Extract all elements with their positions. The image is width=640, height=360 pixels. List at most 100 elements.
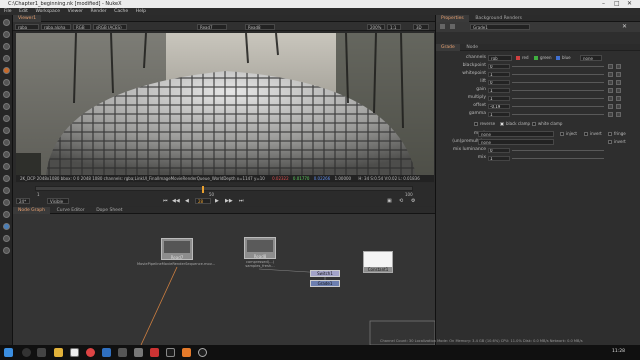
blue-checkbox[interactable] (556, 56, 560, 60)
app-orange-icon[interactable] (182, 348, 191, 357)
metadata-tool-icon[interactable] (3, 151, 10, 158)
app-gray-icon[interactable] (134, 348, 143, 357)
timeline-scrubber[interactable] (35, 186, 413, 193)
fringe-checkbox[interactable] (608, 132, 612, 136)
float-panel-icon[interactable] (450, 24, 455, 29)
time-tool-icon[interactable] (3, 43, 10, 50)
unpremult-invert-checkbox[interactable] (608, 140, 612, 144)
menu-cache[interactable]: Cache (114, 8, 128, 15)
tab-node[interactable]: Node (461, 44, 483, 51)
offset-field[interactable]: -0.19 (488, 103, 510, 109)
transform-tool-icon[interactable] (3, 115, 10, 122)
windows-logo-icon[interactable] (4, 348, 13, 357)
tab-properties[interactable]: Properties (436, 15, 469, 22)
plugin-tool-icon[interactable] (3, 247, 10, 254)
reverse-checkbox[interactable] (474, 122, 478, 126)
offset-slider[interactable] (512, 106, 604, 107)
goto-end-icon[interactable]: ⏭ (239, 198, 244, 204)
visible-dropdown[interactable]: Visible (47, 198, 69, 204)
settings-icon[interactable]: ⚙ (411, 198, 415, 204)
gamma-color-button[interactable] (608, 111, 613, 117)
gain-anim-button[interactable] (616, 87, 621, 93)
file-explorer-icon[interactable] (54, 348, 63, 357)
white-clamp-checkbox[interactable] (532, 122, 536, 126)
gamma-anim-button[interactable] (616, 111, 621, 117)
play-backward-icon[interactable]: ◀ (185, 198, 189, 204)
node-graph-panel[interactable]: Node Graph Curve Editor Dope Sheet Read7… (13, 207, 435, 345)
multiply-field[interactable]: 1 (488, 95, 510, 101)
fps-field[interactable]: 24* (16, 198, 30, 204)
multiply-color-button[interactable] (608, 95, 613, 101)
keyer-tool-icon[interactable] (3, 91, 10, 98)
color-tool-icon[interactable] (3, 67, 10, 74)
offset-color-button[interactable] (608, 103, 613, 109)
gamma-slider[interactable] (512, 114, 604, 115)
read7-node[interactable]: Read7 (161, 238, 193, 260)
menu-edit[interactable]: Edit (19, 8, 28, 15)
whitepoint-anim-button[interactable] (616, 71, 621, 77)
zoom-dropdown[interactable]: 200% (367, 23, 385, 30)
display-dropdown[interactable]: sRGB (ACES) (93, 23, 127, 30)
collapse-icon[interactable] (440, 24, 445, 29)
lift-color-button[interactable] (608, 79, 613, 85)
black-clamp-checkbox[interactable] (500, 122, 504, 126)
ocula-tool-icon[interactable] (3, 223, 10, 230)
blackpoint-color-button[interactable] (608, 63, 613, 69)
channel-set-dropdown[interactable]: rgba (15, 23, 39, 30)
view-mode-dropdown[interactable]: 3D (413, 23, 429, 30)
search-icon[interactable] (22, 348, 31, 357)
loop-icon[interactable]: ⟲ (399, 198, 403, 204)
views-tool-icon[interactable] (3, 139, 10, 146)
lift-anim-button[interactable] (616, 79, 621, 85)
gamma-field[interactable]: 1 (488, 111, 510, 117)
colorspace-dropdown[interactable]: RGB (73, 23, 91, 30)
unpremult-dropdown[interactable]: none (478, 139, 554, 145)
app-dark-icon[interactable] (118, 348, 127, 357)
offset-anim-button[interactable] (616, 103, 621, 109)
proxy-dropdown[interactable]: 1:1 (387, 23, 401, 30)
lift-slider[interactable] (512, 82, 604, 83)
red-checkbox[interactable] (516, 56, 520, 60)
invert-checkbox[interactable] (584, 132, 588, 136)
image-tool-icon[interactable] (3, 19, 10, 26)
filter-tool-icon[interactable] (3, 79, 10, 86)
multiply-slider[interactable] (512, 98, 604, 99)
3d-tool-icon[interactable] (3, 127, 10, 134)
viewer-image[interactable] (16, 33, 434, 175)
input-a-dropdown[interactable]: Read7 (197, 23, 227, 30)
maximize-button[interactable]: □ (614, 0, 620, 7)
mix-luminance-slider[interactable] (512, 150, 604, 151)
deep-tool-icon[interactable] (3, 211, 10, 218)
menu-viewer[interactable]: Viewer (68, 8, 83, 15)
tab-viewer1[interactable]: Viewer1 (13, 15, 42, 22)
app-red-icon[interactable] (150, 348, 159, 357)
whitepoint-field[interactable]: 1 (488, 71, 510, 77)
app-black-icon[interactable] (166, 348, 175, 357)
app-circle-icon[interactable] (198, 348, 207, 357)
next-keyframe-icon[interactable]: ▶▶ (225, 198, 233, 204)
blackpoint-slider[interactable] (512, 66, 604, 67)
close-panel-icon[interactable]: ✕ (622, 23, 627, 30)
gain-field[interactable]: 1 (488, 87, 510, 93)
merge-tool-icon[interactable] (3, 103, 10, 110)
clock[interactable]: 11:28 (612, 349, 625, 354)
mix-field[interactable]: 1 (488, 155, 510, 161)
toolsets-tool-icon[interactable] (3, 163, 10, 170)
menu-file[interactable]: File (4, 8, 12, 15)
gain-slider[interactable] (512, 90, 604, 91)
playhead[interactable] (202, 186, 204, 193)
lift-field[interactable]: 0 (488, 79, 510, 85)
menu-render[interactable]: Render (91, 8, 107, 15)
alpha-channel-dropdown[interactable]: none (580, 55, 602, 61)
mix-luminance-field[interactable]: 0 (488, 147, 510, 153)
blackpoint-field[interactable]: 0 (488, 63, 510, 69)
whitepoint-color-button[interactable] (608, 71, 613, 77)
close-button[interactable]: ✕ (627, 0, 632, 7)
inject-checkbox[interactable] (560, 132, 564, 136)
node-name-field[interactable]: Grade1 (470, 24, 530, 30)
menu-workspace[interactable]: Workspace (35, 8, 60, 15)
grade1-node[interactable]: Grade1 (310, 280, 340, 287)
other-tool-icon[interactable] (3, 175, 10, 182)
constant1-node[interactable]: Constant1 (363, 251, 393, 273)
blackpoint-anim-button[interactable] (616, 63, 621, 69)
